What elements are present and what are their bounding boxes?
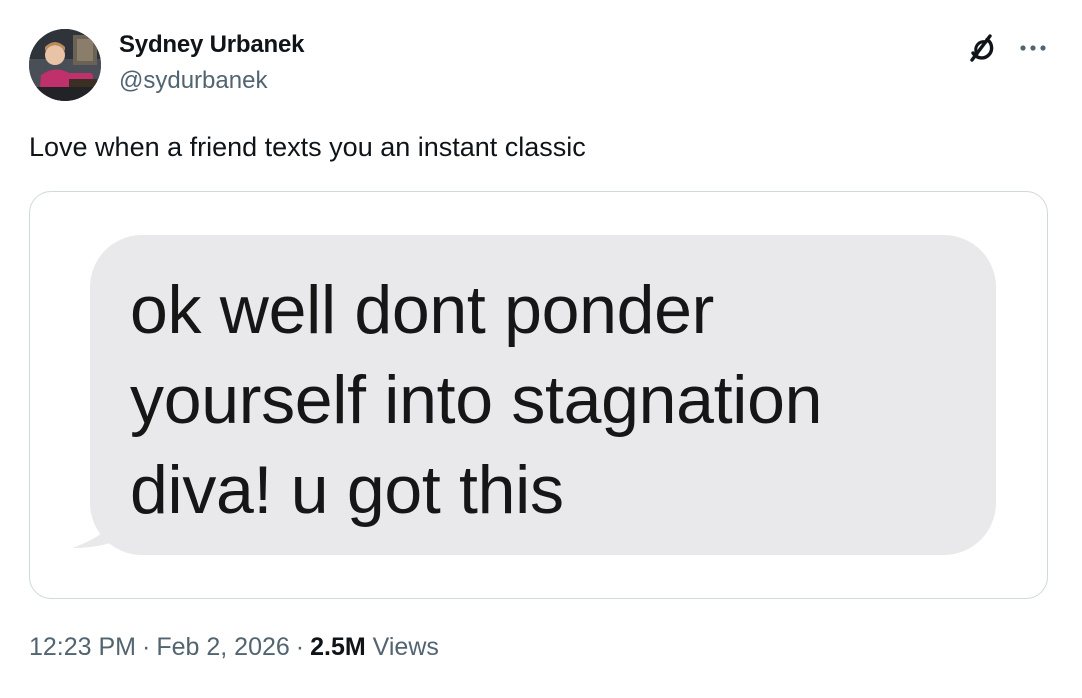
message-line: diva! u got this (130, 452, 564, 528)
message-line: ok well dont ponder (130, 272, 715, 348)
grok-icon[interactable] (964, 30, 1000, 66)
meta-separator: · (295, 633, 305, 661)
message-line: yourself into stagnation (130, 362, 823, 438)
message-text: ok well dont ponder yourself into stagna… (130, 265, 822, 535)
media-image[interactable]: ok well dont ponder yourself into stagna… (29, 191, 1048, 599)
timestamp-time[interactable]: 12:23 PM (29, 633, 136, 661)
views-count[interactable]: 2.5M (310, 633, 366, 661)
author-handle[interactable]: @sydurbanek (119, 67, 267, 95)
meta-separator: · (142, 633, 151, 661)
tweet-meta: 12:23 PM · Feb 2, 2026 · 2.5M Views (29, 633, 439, 662)
message-bubble: ok well dont ponder yourself into stagna… (90, 235, 996, 555)
author-name[interactable]: Sydney Urbanek (119, 31, 304, 59)
avatar[interactable] (29, 29, 101, 101)
tweet-text: Love when a friend texts you an instant … (29, 132, 586, 162)
views-label: Views (372, 633, 439, 661)
more-icon[interactable] (1018, 38, 1048, 58)
timestamp-date[interactable]: Feb 2, 2026 (156, 633, 289, 661)
